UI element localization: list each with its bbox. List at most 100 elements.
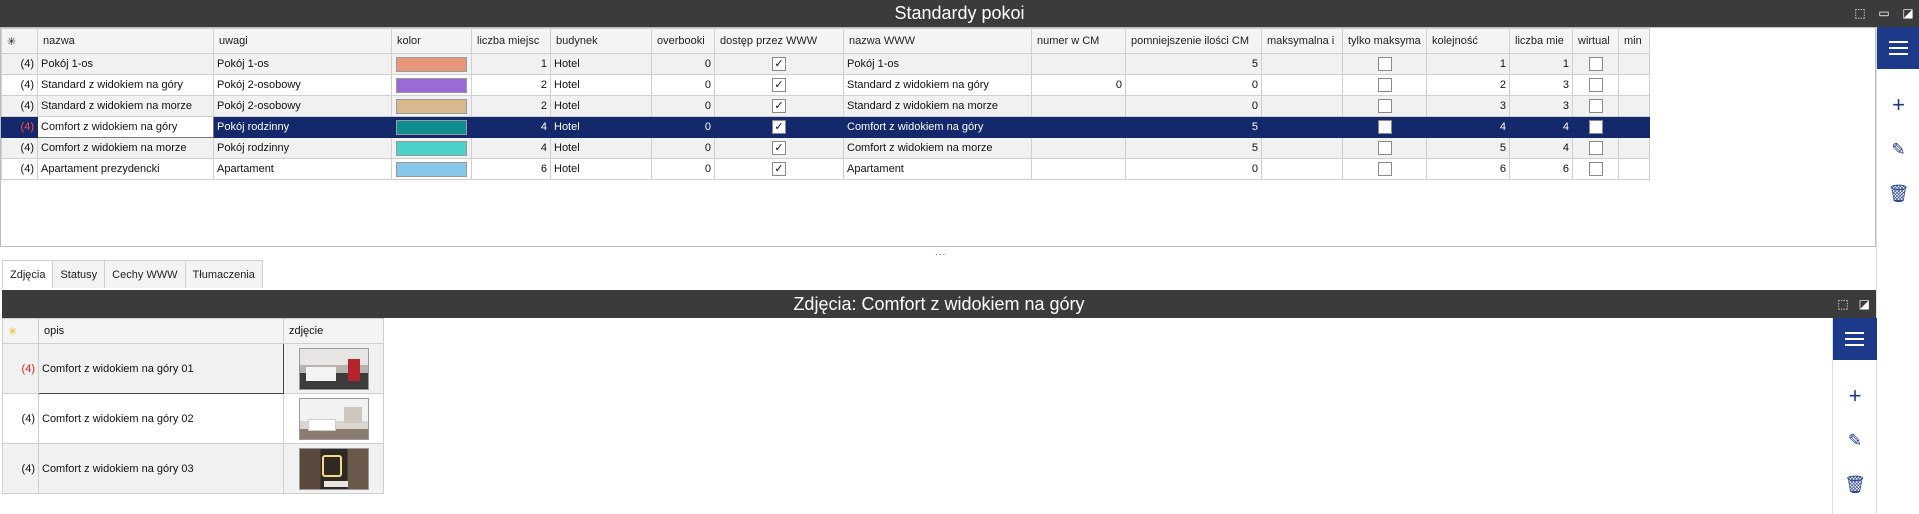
overbooki-cell[interactable]: 0	[651, 137, 715, 159]
column-header[interactable]: zdjęcie	[283, 318, 384, 344]
checkbox[interactable]	[1377, 141, 1392, 155]
nazwa-cell[interactable]: Comfort z widokiem na morze	[37, 137, 214, 159]
photo-description[interactable]: Comfort z widokiem na góry 02	[38, 393, 284, 444]
color-cell[interactable]	[391, 116, 472, 138]
www-access-checkbox-cell[interactable]: ✓	[714, 158, 844, 180]
color-cell[interactable]	[391, 95, 472, 117]
nazwa_www-cell[interactable]: Standard z widokiem na góry	[843, 74, 1032, 96]
maksymalna-cell[interactable]	[1261, 74, 1343, 96]
max-only-checkbox-cell[interactable]	[1342, 74, 1427, 96]
table-row[interactable]: (4) Comfort z widokiem na góry 03	[2, 443, 384, 494]
table-row[interactable]: (4) Pokój 1-os Pokój 1-os 1 Hotel 0 ✓ Pokój 1-o…	[1, 53, 1650, 75]
edit-icon[interactable]: ✎	[1877, 135, 1919, 165]
maksymalna-cell[interactable]	[1261, 95, 1343, 117]
splitter-handle[interactable]: ...	[935, 247, 946, 258]
plus-icon[interactable]: +	[1877, 90, 1919, 120]
budynek-cell[interactable]: Hotel	[550, 137, 652, 159]
checkbox[interactable]: ✓	[772, 57, 786, 71]
photo-thumbnail[interactable]	[283, 443, 384, 494]
liczba-cell[interactable]: 2	[471, 95, 551, 117]
nazwa-cell[interactable]: Standard z widokiem na góry	[37, 74, 214, 96]
select-cursor-icon[interactable]: ⬚	[1837, 290, 1848, 318]
overbooki-cell[interactable]: 0	[651, 116, 715, 138]
overbooki-cell[interactable]: 0	[651, 53, 715, 75]
table-row[interactable]: (4) Comfort z widokiem na góry Pokój rodzi…	[1, 116, 1650, 138]
maksymalna-cell[interactable]	[1261, 53, 1343, 75]
uwagi-cell[interactable]: Pokój rodzinny	[213, 116, 392, 138]
column-header[interactable]: liczba miejsc	[471, 28, 551, 54]
kolejnosc-cell[interactable]: 3	[1426, 95, 1510, 117]
kolejnosc-cell[interactable]: 2	[1426, 74, 1510, 96]
checkbox[interactable]	[1588, 99, 1603, 113]
min-cell[interactable]	[1618, 137, 1650, 159]
tab-zdjecia[interactable]: Zdjęcia	[2, 260, 54, 288]
min-cell[interactable]	[1618, 158, 1650, 180]
min-cell[interactable]	[1618, 95, 1650, 117]
checkbox[interactable]	[1588, 78, 1603, 92]
color-cell[interactable]	[391, 53, 472, 75]
overbooki-cell[interactable]: 0	[651, 95, 715, 117]
color-cell[interactable]	[391, 137, 472, 159]
virtual-checkbox-cell[interactable]	[1572, 137, 1619, 159]
budynek-cell[interactable]: Hotel	[550, 116, 652, 138]
card-icon[interactable]: ▭	[1877, 0, 1891, 27]
maksymalna-cell[interactable]	[1261, 158, 1343, 180]
checkbox[interactable]	[1588, 162, 1603, 176]
budynek-cell[interactable]: Hotel	[550, 158, 652, 180]
column-header[interactable]: kolor	[391, 28, 472, 54]
nazwa-cell[interactable]: Standard z widokiem na morze	[37, 95, 214, 117]
column-header[interactable]: min	[1618, 28, 1650, 54]
photo-thumbnail[interactable]	[283, 343, 384, 394]
liczba_mie-cell[interactable]: 3	[1509, 95, 1573, 117]
max-only-checkbox-cell[interactable]	[1342, 116, 1427, 138]
kolejnosc-cell[interactable]: 5	[1426, 137, 1510, 159]
maksymalna-cell[interactable]	[1261, 137, 1343, 159]
checkbox[interactable]: ✓	[772, 78, 786, 92]
uwagi-cell[interactable]: Pokój rodzinny	[213, 137, 392, 159]
liczba_mie-cell[interactable]: 1	[1509, 53, 1573, 75]
checkbox[interactable]: ✓	[772, 141, 786, 155]
column-header[interactable]: nazwa	[37, 28, 214, 54]
numer_cm-cell[interactable]	[1031, 95, 1126, 117]
virtual-checkbox-cell[interactable]	[1572, 95, 1619, 117]
table-row[interactable]: (4) Apartament prezydencki Apartament 6 Hote…	[1, 158, 1650, 180]
virtual-checkbox-cell[interactable]	[1572, 53, 1619, 75]
budynek-cell[interactable]: Hotel	[550, 74, 652, 96]
hamburger-menu-icon[interactable]	[1877, 27, 1919, 69]
column-header[interactable]: tylko maksyma	[1342, 28, 1427, 54]
nazwa_www-cell[interactable]: Apartament	[843, 158, 1032, 180]
uwagi-cell[interactable]: Pokój 2-osobowy	[213, 74, 392, 96]
pomniejszenie-cell[interactable]: 0	[1125, 74, 1262, 96]
photo-description[interactable]: Comfort z widokiem na góry 01	[38, 343, 284, 394]
nazwa-cell[interactable]: Apartament prezydencki	[37, 158, 214, 180]
edit-icon[interactable]: ✎	[1833, 426, 1877, 456]
maksymalna-cell[interactable]	[1261, 116, 1343, 138]
overbooki-cell[interactable]: 0	[651, 158, 715, 180]
hamburger-menu-icon[interactable]	[1833, 318, 1877, 360]
kolejnosc-cell[interactable]: 4	[1426, 116, 1510, 138]
checkbox[interactable]	[1588, 120, 1603, 134]
column-header-sorted[interactable]: kolejność	[1426, 28, 1510, 54]
checkbox[interactable]: ✓	[772, 162, 786, 176]
tab-statusy[interactable]: Statusy	[52, 260, 106, 288]
numer_cm-cell[interactable]: 0	[1031, 74, 1126, 96]
table-row[interactable]: (4) Standard z widokiem na góry Pokój 2-os…	[1, 74, 1650, 96]
liczba-cell[interactable]: 6	[471, 158, 551, 180]
checkbox[interactable]	[1377, 120, 1392, 134]
liczba_mie-cell[interactable]: 6	[1509, 158, 1573, 180]
column-header[interactable]: pomniejszenie ilości CM	[1125, 28, 1262, 54]
column-header[interactable]: uwagi	[213, 28, 392, 54]
plus-icon[interactable]: +	[1833, 381, 1877, 411]
www-access-checkbox-cell[interactable]: ✓	[714, 116, 844, 138]
column-header[interactable]: numer w CM	[1031, 28, 1126, 54]
color-cell[interactable]	[391, 74, 472, 96]
checkbox[interactable]	[1588, 141, 1603, 155]
nazwa-cell[interactable]: Comfort z widokiem na góry	[37, 116, 214, 138]
liczba-cell[interactable]: 4	[471, 137, 551, 159]
max-only-checkbox-cell[interactable]	[1342, 158, 1427, 180]
www-access-checkbox-cell[interactable]: ✓	[714, 137, 844, 159]
checkbox[interactable]	[1377, 99, 1392, 113]
table-row[interactable]: (4) Standard z widokiem na morze Pokój 2-o…	[1, 95, 1650, 117]
max-only-checkbox-cell[interactable]	[1342, 95, 1427, 117]
liczba-cell[interactable]: 1	[471, 53, 551, 75]
